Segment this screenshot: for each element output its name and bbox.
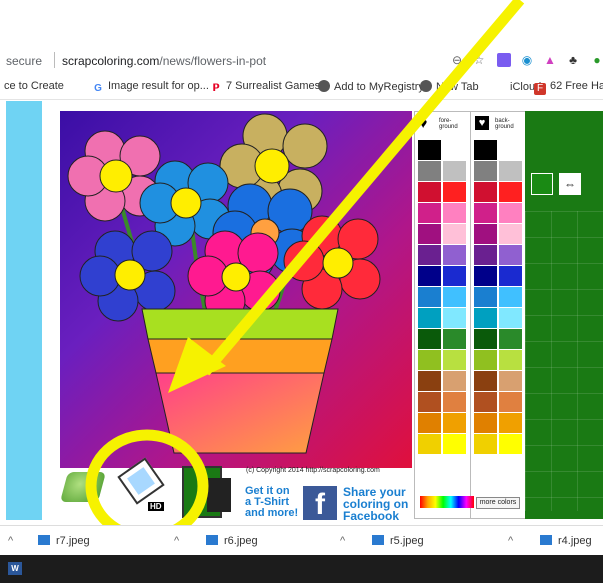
download-name: r5.jpeg	[390, 535, 424, 547]
image-file-icon	[540, 535, 552, 545]
yellow-circle-highlight	[85, 429, 209, 543]
download-name: r7.jpeg	[56, 535, 90, 547]
download-name: r6.jpeg	[224, 535, 258, 547]
download-item[interactable]: r7.jpeg	[38, 535, 90, 547]
screenshot-root: secure scrapcoloring.com/news/flowers-in…	[0, 0, 603, 583]
download-item[interactable]: r5.jpeg	[372, 535, 424, 547]
downloads-bar: ^ r7.jpeg ^ r6.jpeg ^ r5.jpeg ^ r4.jpeg	[0, 525, 603, 555]
chevron-up-icon[interactable]: ^	[340, 535, 345, 547]
image-file-icon	[38, 535, 50, 545]
download-item[interactable]: r4.jpeg	[540, 535, 592, 547]
download-item[interactable]: r6.jpeg	[206, 535, 258, 547]
chevron-up-icon[interactable]: ^	[508, 535, 513, 547]
download-name: r4.jpeg	[558, 535, 592, 547]
yellow-arrow-shaft	[200, 0, 525, 376]
image-file-icon	[206, 535, 218, 545]
taskbar: W	[0, 555, 603, 583]
word-icon[interactable]: W	[8, 562, 22, 575]
chevron-up-icon[interactable]: ^	[8, 535, 13, 547]
annotation-overlay	[85, 0, 525, 543]
chevron-up-icon[interactable]: ^	[174, 535, 179, 547]
yellow-arrow-head	[168, 337, 226, 393]
image-file-icon	[372, 535, 384, 545]
